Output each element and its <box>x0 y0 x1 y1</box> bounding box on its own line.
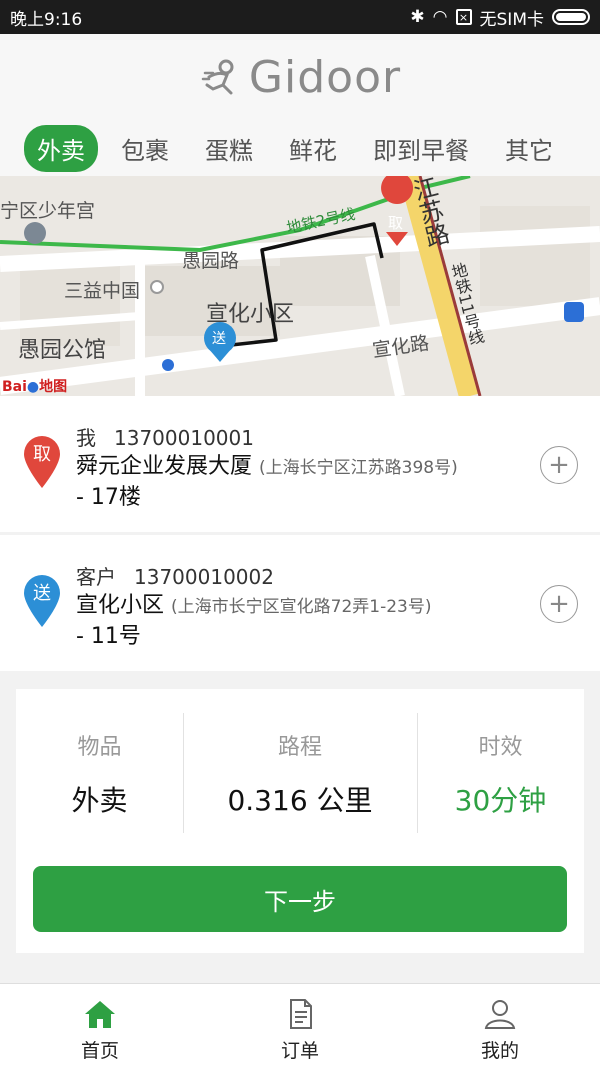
dropoff-name: 客户 <box>76 565 116 589</box>
pickup-add-button[interactable]: + <box>540 446 578 484</box>
bluetooth-icon: ✱ <box>410 7 425 27</box>
status-time: 晚上9:16 <box>10 9 83 30</box>
bottom-nav: 首页 订单 我的 <box>0 983 600 1067</box>
dropoff-street-address: (上海市长宁区宣化路72弄1-23号) <box>171 597 432 617</box>
route-map[interactable]: 宁区少年宫 愚园路 地铁2号线 江苏路 三益中国 宣化小区 愚园公馆 宣化路 地… <box>0 176 600 396</box>
dropoff-pin-icon: 送 <box>24 575 60 627</box>
tab-flowers[interactable]: 鲜花 <box>276 125 350 172</box>
home-icon <box>85 1001 115 1028</box>
summary-stats: 物品 外卖 路程 0.316 公里 时效 30分钟 <box>16 709 584 837</box>
map-dropoff-marker-text: 送 <box>212 331 226 347</box>
baidu-map-logo: Bai●地图 <box>2 379 68 395</box>
pickup-address-row[interactable]: 取 我 13700010001 舜元企业发展大厦 (上海长宁区江苏路398号) -… <box>0 396 600 532</box>
order-summary-card: 物品 外卖 路程 0.316 公里 时效 30分钟 下一步 <box>16 689 584 953</box>
app-header: Gidoor <box>0 34 600 120</box>
pickup-pin-icon: 取 <box>24 436 60 488</box>
stat-distance: 路程 0.316 公里 <box>183 709 417 837</box>
pickup-contact: 我 13700010001 <box>76 422 254 451</box>
dropoff-add-button[interactable]: + <box>540 585 578 623</box>
nav-orders-label: 订单 <box>280 1040 319 1062</box>
status-bar: 晚上9:16 ✱ ◠ × 无SIM卡 <box>0 0 600 34</box>
time-label: 时效 <box>478 735 523 760</box>
carrier-label: 无SIM卡 <box>479 9 544 30</box>
map-label-yuyuan-guan: 愚园公馆 <box>18 338 107 363</box>
svg-text:取: 取 <box>33 444 51 465</box>
nav-orders[interactable]: 订单 <box>200 984 400 1067</box>
app-logo: Gidoor <box>199 52 401 103</box>
pickup-phone: 13700010001 <box>114 426 254 450</box>
next-step-button[interactable]: 下一步 <box>33 866 567 932</box>
distance-label: 路程 <box>277 735 322 760</box>
dropoff-place: 宣化小区 <box>76 593 165 618</box>
tab-cake[interactable]: 蛋糕 <box>192 125 266 172</box>
tab-takeout[interactable]: 外卖 <box>24 124 98 172</box>
no-sim-icon: × <box>455 9 472 25</box>
user-icon <box>484 1000 516 1029</box>
category-tabs: 外卖 包裹 蛋糕 鲜花 即到早餐 其它 <box>0 120 600 176</box>
tab-breakfast[interactable]: 即到早餐 <box>360 125 482 172</box>
logo-text: Gidoor <box>248 51 402 103</box>
pickup-street-address: (上海长宁区江苏路398号) <box>259 458 458 478</box>
item-value: 外卖 <box>71 784 128 817</box>
battery-icon <box>552 9 590 25</box>
nav-home-label: 首页 <box>80 1040 119 1062</box>
pickup-place: 舜元企业发展大厦 <box>76 454 253 479</box>
dropoff-floor: - 11号 <box>76 624 141 649</box>
map-label-xuanhua-xiaoqu: 宣化小区 <box>206 302 295 327</box>
stat-item: 物品 外卖 <box>16 709 183 837</box>
tab-package[interactable]: 包裹 <box>108 125 182 172</box>
map-label-youth-palace: 宁区少年宫 <box>0 200 96 222</box>
item-label: 物品 <box>77 735 122 760</box>
wifi-icon: ◠ <box>432 7 448 27</box>
dropoff-contact: 客户 13700010002 <box>76 561 274 590</box>
map-pickup-marker-text: 取 <box>388 214 404 232</box>
dropoff-phone: 13700010002 <box>134 565 274 589</box>
tab-other[interactable]: 其它 <box>492 125 566 172</box>
dropoff-address-row[interactable]: 送 客户 13700010002 宣化小区 (上海市长宁区宣化路72弄1-23号)… <box>0 535 600 671</box>
document-icon <box>290 999 312 1029</box>
pickup-address: 舜元企业发展大厦 (上海长宁区江苏路398号) - 17楼 <box>76 452 530 513</box>
map-label-sanyi: 三益中国 <box>64 280 141 302</box>
svg-text:送: 送 <box>33 583 51 604</box>
nav-profile-label: 我的 <box>480 1040 519 1062</box>
time-value: 30分钟 <box>454 784 547 817</box>
stat-time: 时效 30分钟 <box>416 709 584 837</box>
runner-logo-icon <box>201 59 234 95</box>
map-label-yuyuan-road: 愚园路 <box>182 250 240 272</box>
dropoff-address: 宣化小区 (上海市长宁区宣化路72弄1-23号) - 11号 <box>76 591 530 652</box>
nav-profile[interactable]: 我的 <box>400 984 600 1067</box>
distance-value: 0.316 公里 <box>227 784 373 817</box>
pickup-name: 我 <box>76 426 96 450</box>
nav-home[interactable]: 首页 <box>0 984 200 1067</box>
pickup-floor: - 17楼 <box>76 485 141 510</box>
